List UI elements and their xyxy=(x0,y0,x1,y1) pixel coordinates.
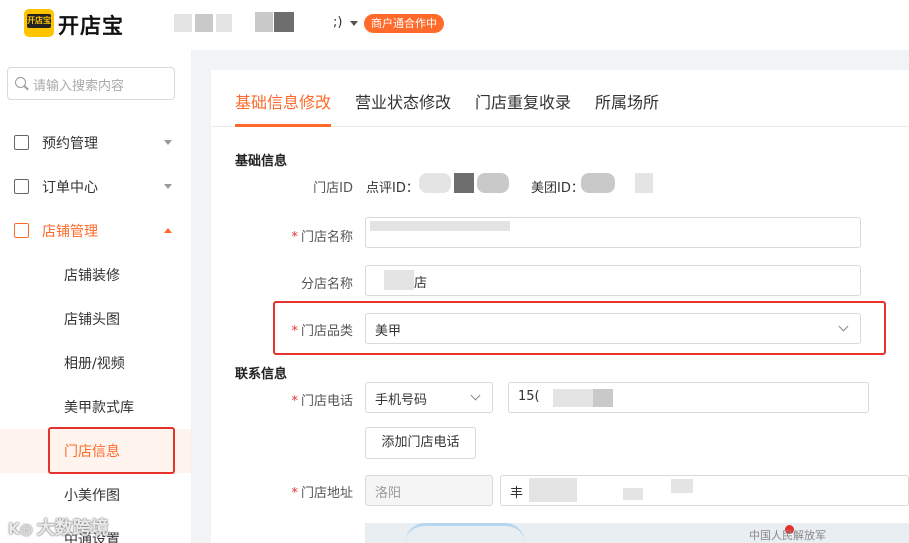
map-poi-label: 中国人民解放军 xyxy=(749,529,826,542)
phone-label: * 门店电话 xyxy=(233,390,353,409)
top-header: 开店宝 开店宝 ;) 商户通合作中 xyxy=(0,0,909,50)
app-logo-icon: 开店宝 xyxy=(24,9,54,37)
store-name-label-text: 门店名称 xyxy=(300,230,353,245)
section-title-contact: 联系信息 xyxy=(235,367,288,382)
chevron-down-icon xyxy=(470,390,481,401)
sidebar-subitem-label: 美甲款式库 xyxy=(64,400,134,416)
search-placeholder: 请输入搜索内容 xyxy=(33,79,125,94)
redacted-block xyxy=(635,173,653,193)
branch-name-field[interactable]: 店 xyxy=(365,265,861,296)
sidebar-subitem-store-decoration[interactable]: 店铺装修 xyxy=(0,253,191,297)
required-mark: * xyxy=(291,486,298,501)
address-label-text: 门店地址 xyxy=(300,486,353,501)
required-mark: * xyxy=(291,230,298,245)
sidebar-subitem-nail-styles[interactable]: 美甲款式库 xyxy=(0,385,191,429)
highlight-box xyxy=(273,301,886,355)
active-tab-indicator xyxy=(235,124,331,127)
tab-basic-info[interactable]: 基础信息修改 xyxy=(235,89,331,113)
phone-type-value: 手机号码 xyxy=(375,393,428,408)
phone-label-text: 门店电话 xyxy=(300,394,353,409)
redacted-block xyxy=(384,270,414,290)
phone-type-select[interactable]: 手机号码 xyxy=(365,382,493,413)
sidebar-item-label: 预约管理 xyxy=(42,136,98,152)
redacted-block xyxy=(553,389,593,407)
map-road xyxy=(405,523,525,543)
phone-number-value: 15( xyxy=(518,389,540,404)
sidebar-subitem-label: 相册/视频 xyxy=(64,356,125,372)
redacted-block xyxy=(274,12,294,32)
sidebar-item-reservations[interactable]: 预约管理 xyxy=(0,121,191,165)
search-icon xyxy=(15,77,26,88)
chevron-up-icon xyxy=(164,228,172,233)
account-name-tail[interactable]: ;) xyxy=(333,15,342,30)
redacted-block xyxy=(593,389,613,407)
chevron-down-icon xyxy=(164,184,172,189)
main-panel: 基础信息修改 营业状态修改 门店重复收录 所属场所 基础信息 门店ID 点评ID… xyxy=(211,70,909,543)
redacted-block xyxy=(370,221,510,231)
address-label: * 门店地址 xyxy=(233,482,353,501)
redacted-block xyxy=(419,173,451,193)
city-value: 洛阳 xyxy=(375,486,402,501)
highlight-box xyxy=(48,427,175,474)
status-badge: 商户通合作中 xyxy=(364,14,444,33)
redacted-block xyxy=(581,173,615,193)
sidebar-subitem-xiaomei-design[interactable]: 小美作图 xyxy=(0,473,191,517)
store-name-label: * 门店名称 xyxy=(233,226,353,245)
tab-business-status[interactable]: 营业状态修改 xyxy=(355,89,451,113)
tab-duplicate-listing[interactable]: 门店重复收录 xyxy=(475,89,571,113)
search-input[interactable]: 请输入搜索内容 xyxy=(7,67,175,100)
sidebar-subitem-album-video[interactable]: 相册/视频 xyxy=(0,341,191,385)
street-address-input[interactable]: 丰 xyxy=(500,475,909,506)
sidebar-item-label: 订单中心 xyxy=(42,180,98,196)
account-dropdown-icon[interactable] xyxy=(350,21,358,26)
chevron-down-icon xyxy=(164,140,172,145)
tab-bar: 基础信息修改 营业状态修改 门店重复收录 所属场所 xyxy=(211,70,909,127)
store-id-label: 门店ID xyxy=(313,181,353,196)
meituan-id-label: 美团ID： xyxy=(531,181,584,196)
sidebar-subitem-label: 小美作图 xyxy=(64,488,120,504)
address-map[interactable]: 中国人民解放军 xyxy=(365,523,909,543)
clipboard-icon xyxy=(14,179,29,194)
watermark: K◎ 大数跨境 xyxy=(8,514,109,540)
watermark-logo-icon: K◎ xyxy=(8,520,33,538)
tab-venue[interactable]: 所属场所 xyxy=(595,89,659,113)
redacted-block xyxy=(195,14,213,32)
redacted-block xyxy=(477,173,509,193)
redacted-block xyxy=(174,14,192,32)
logo-mark: 开店宝 xyxy=(27,14,51,28)
sidebar-subitem-label: 店铺头图 xyxy=(64,312,120,328)
app-name: 开店宝 xyxy=(58,14,124,38)
phone-number-input[interactable]: 15( xyxy=(508,382,869,413)
store-name-field[interactable] xyxy=(365,217,861,248)
store-icon xyxy=(14,223,29,238)
redacted-block xyxy=(255,12,273,32)
add-phone-button[interactable]: 添加门店电话 xyxy=(365,427,476,459)
calendar-check-icon xyxy=(14,135,29,150)
branch-name-label: 分店名称 xyxy=(300,277,353,292)
redacted-block xyxy=(623,488,643,500)
sidebar-item-store-management[interactable]: 店铺管理 xyxy=(0,209,191,253)
required-mark: * xyxy=(291,394,298,409)
redacted-block xyxy=(454,173,474,193)
sidebar-subitem-store-header-image[interactable]: 店铺头图 xyxy=(0,297,191,341)
city-field: 洛阳 xyxy=(365,475,493,506)
branch-name-value: 店 xyxy=(414,276,428,291)
redacted-block xyxy=(529,478,577,502)
sidebar-item-orders[interactable]: 订单中心 xyxy=(0,165,191,209)
dianping-id-label: 点评ID： xyxy=(366,181,419,196)
sidebar-subitem-label: 店铺装修 xyxy=(64,268,120,284)
sidebar-item-label: 店铺管理 xyxy=(42,224,98,240)
watermark-text: 大数跨境 xyxy=(36,518,109,539)
redacted-block xyxy=(671,479,693,493)
section-title-basic: 基础信息 xyxy=(235,154,288,169)
street-address-value: 丰 xyxy=(510,486,524,501)
redacted-block xyxy=(216,14,232,32)
